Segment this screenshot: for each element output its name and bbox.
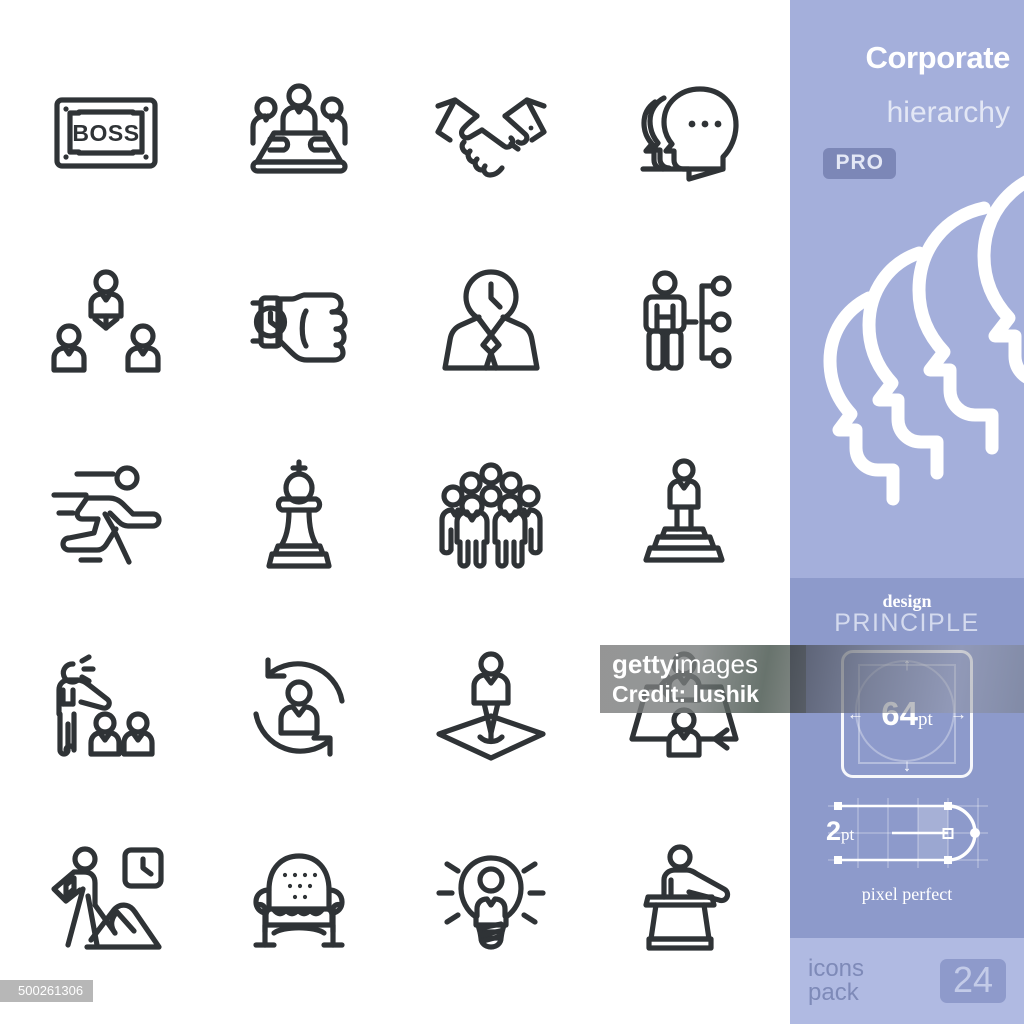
crowd-of-people-icon[interactable]: [395, 419, 588, 611]
speaker-at-podium-icon[interactable]: [588, 802, 781, 994]
icon-grid: BOSS: [0, 0, 790, 1024]
image-id-label: 500261306: [0, 980, 94, 1002]
arrow-down-icon: ↓: [902, 756, 912, 776]
arrow-up-icon: ↑: [902, 655, 912, 675]
icon-sheet-canvas: BOSS Corporate hierarchy PRO design PRIN…: [0, 0, 1024, 1024]
icons-pack-footer: icons pack 24: [790, 938, 1024, 1024]
fist-wristwatch-icon[interactable]: [203, 228, 396, 420]
design-principle-section: design PRINCIPLE ↑ ↓ ← → 64pt 2pt pixel …: [790, 578, 1024, 938]
pixel-perfect-label: pixel perfect: [861, 884, 953, 905]
pack-label-line2: pack: [808, 979, 859, 1006]
size-unit: pt: [917, 709, 933, 731]
stroke-width-spec: 2pt: [822, 796, 992, 870]
sidebar-header-section: Corporate hierarchy PRO: [790, 0, 1024, 578]
handshake-icon[interactable]: [395, 36, 588, 228]
person-on-platform-icon[interactable]: [395, 611, 588, 803]
boss-shouting-at-team-icon[interactable]: [10, 611, 203, 803]
worker-digging-clock-icon[interactable]: [10, 802, 203, 994]
org-chart-people-icon[interactable]: [10, 228, 203, 420]
person-in-lightbulb-icon[interactable]: [395, 802, 588, 994]
boss-nameplate-icon[interactable]: BOSS: [10, 36, 203, 228]
running-businessman-icon[interactable]: [10, 419, 203, 611]
businessman-clock-head-icon[interactable]: [395, 228, 588, 420]
promo-sidebar: Corporate hierarchy PRO design PRINCIPLE…: [790, 0, 1024, 1024]
nameplate-text: BOSS: [73, 120, 140, 146]
icon-size-spec: ↑ ↓ ← → 64pt: [841, 650, 973, 779]
principle-label: PRINCIPLE: [834, 608, 980, 637]
size-label: 64pt: [841, 697, 973, 730]
sidebar-title: Corporate: [865, 40, 1010, 75]
sidebar-subtitle: hierarchy: [886, 96, 1010, 129]
stroke-value: 2: [826, 816, 842, 847]
profile-heads-artwork: [823, 175, 1024, 506]
stroke-unit: pt: [841, 825, 855, 845]
boardroom-meeting-icon[interactable]: [203, 36, 396, 228]
profile-heads-talking-icon[interactable]: [588, 36, 781, 228]
staff-rotation-icon[interactable]: [203, 611, 396, 803]
person-on-pedestal-icon[interactable]: [588, 419, 781, 611]
staff-replacement-icon[interactable]: [588, 611, 781, 803]
stroke-label: 2pt: [826, 818, 854, 845]
pack-label-line1: icons: [808, 955, 865, 982]
pack-count-badge: 24: [939, 958, 1006, 1004]
pro-badge: PRO: [823, 148, 896, 179]
chess-king-icon[interactable]: [203, 419, 396, 611]
size-value: 64: [881, 695, 918, 733]
armchair-icon[interactable]: [203, 802, 396, 994]
person-hierarchy-nodes-icon[interactable]: [588, 228, 781, 420]
pack-label: icons pack: [808, 957, 864, 1005]
